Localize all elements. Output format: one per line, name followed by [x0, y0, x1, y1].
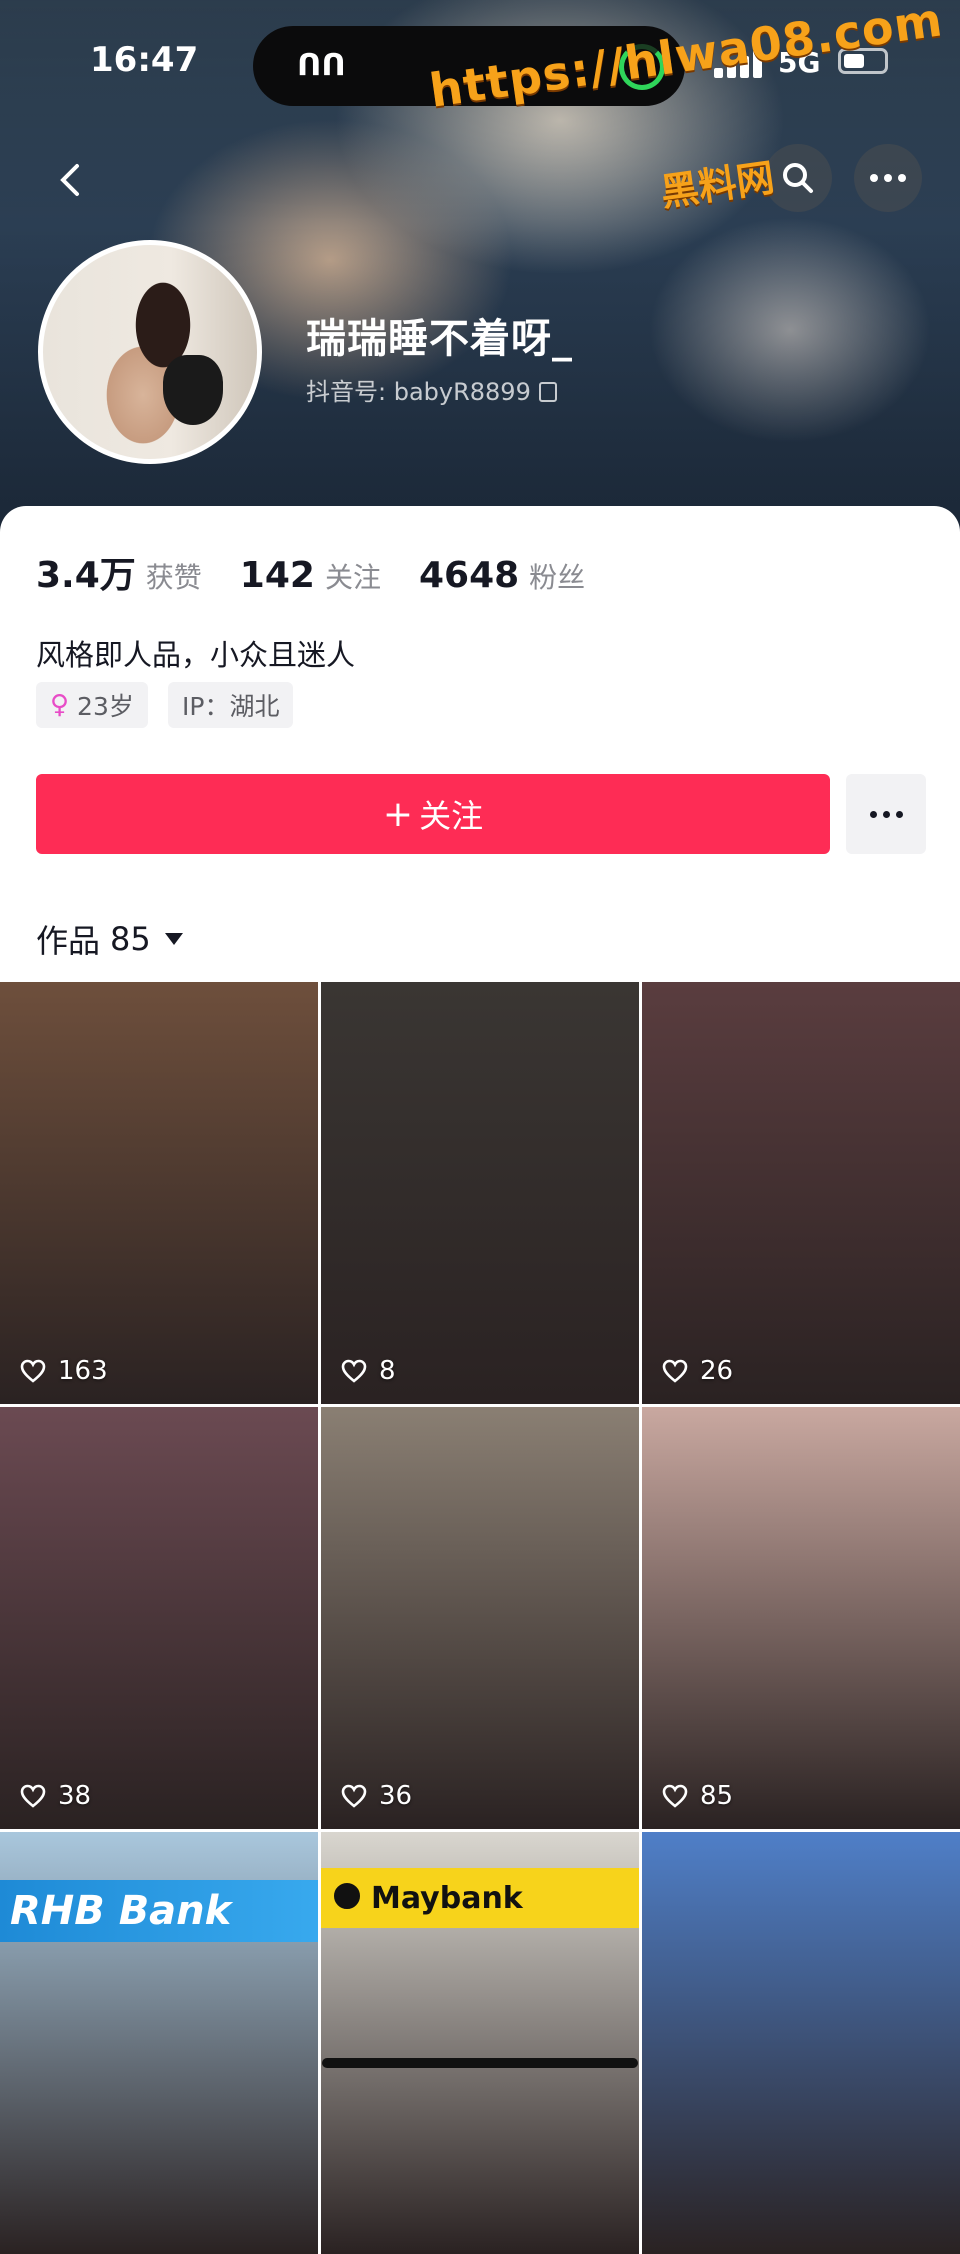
video-tile[interactable]: [642, 1832, 960, 2254]
heart-icon: [341, 1359, 367, 1383]
stat-value: 3.4万: [36, 555, 136, 596]
heart-icon: [20, 1784, 46, 1808]
back-button[interactable]: [36, 146, 104, 214]
nickname: 瑞瑞睡不着呀_: [306, 316, 573, 362]
follow-more-button[interactable]: [846, 774, 926, 854]
works-count: 85: [110, 920, 151, 958]
works-label: 作品: [36, 922, 101, 960]
stat-label: 获赞: [145, 561, 202, 594]
heart-icon: [662, 1359, 688, 1383]
video-tile[interactable]: 163: [0, 982, 318, 1404]
douyin-id[interactable]: 抖音号: babyR8899: [306, 372, 557, 407]
heart-icon: [662, 1784, 688, 1808]
more-icon: [870, 174, 906, 182]
age-text: 23岁: [77, 692, 134, 721]
stat-label: 粉丝: [529, 561, 586, 594]
stats-row: 3.4万 获赞 142 关注 4648 粉丝: [36, 546, 623, 598]
like-count: 8: [341, 1356, 396, 1386]
like-count-text: 163: [58, 1356, 108, 1386]
more-icon: [869, 810, 903, 818]
female-icon: ♀: [50, 690, 70, 720]
stat-value: 142: [239, 555, 315, 596]
like-count: 163: [20, 1356, 108, 1386]
more-button[interactable]: [854, 144, 922, 212]
profile-card: 3.4万 获赞 142 关注 4648 粉丝 风格即人品，小众且迷人 ♀ 23岁…: [0, 506, 960, 2254]
like-count-text: 8: [379, 1356, 396, 1386]
follow-label: 关注: [419, 797, 484, 835]
status-time: 16:47: [90, 40, 199, 80]
stat-label: 关注: [324, 561, 381, 594]
stat-likes[interactable]: 3.4万 获赞: [36, 546, 202, 598]
like-count-text: 38: [58, 1781, 92, 1811]
video-tile[interactable]: 36: [321, 1407, 639, 1829]
airpods-icon: ᑎᑎ: [297, 48, 346, 83]
stat-following[interactable]: 142 关注: [240, 555, 381, 596]
plus-icon: +: [382, 793, 414, 835]
like-count: 36: [341, 1781, 412, 1811]
age-tag: ♀ 23岁: [36, 682, 148, 728]
douyin-id-text: 抖音号: babyR8899: [306, 378, 531, 406]
stat-value: 4648: [418, 555, 520, 596]
chevron-left-icon: [60, 164, 79, 196]
caret-down-icon: [164, 933, 183, 945]
video-tile[interactable]: 38: [0, 1407, 318, 1829]
like-count-text: 36: [379, 1781, 413, 1811]
avatar[interactable]: [38, 240, 262, 464]
like-count: 26: [662, 1356, 733, 1386]
search-icon: [783, 163, 813, 193]
like-count-text: 85: [700, 1781, 734, 1811]
sign-text: RHB Bank: [0, 1880, 318, 1942]
bio: 风格即人品，小众且迷人: [36, 638, 356, 672]
home-indicator: [322, 2058, 638, 2068]
like-count: 38: [20, 1781, 91, 1811]
video-tile[interactable]: 85: [642, 1407, 960, 1829]
stat-followers[interactable]: 4648 粉丝: [419, 555, 585, 596]
heart-icon: [341, 1784, 367, 1808]
ip-tag: IP：湖北: [168, 682, 294, 728]
sign-text: Maybank: [321, 1868, 639, 1928]
copy-icon[interactable]: [538, 382, 557, 402]
video-tile[interactable]: 8: [321, 982, 639, 1404]
like-count: 85: [662, 1781, 733, 1811]
video-tile[interactable]: Maybank: [321, 1832, 639, 2254]
video-tile[interactable]: 26: [642, 982, 960, 1404]
follow-button[interactable]: + 关注: [36, 774, 830, 854]
like-count-text: 26: [700, 1356, 734, 1386]
heart-icon: [20, 1359, 46, 1383]
works-tab[interactable]: 作品 85: [36, 916, 183, 962]
video-tile[interactable]: RHB Bank: [0, 1832, 318, 2254]
